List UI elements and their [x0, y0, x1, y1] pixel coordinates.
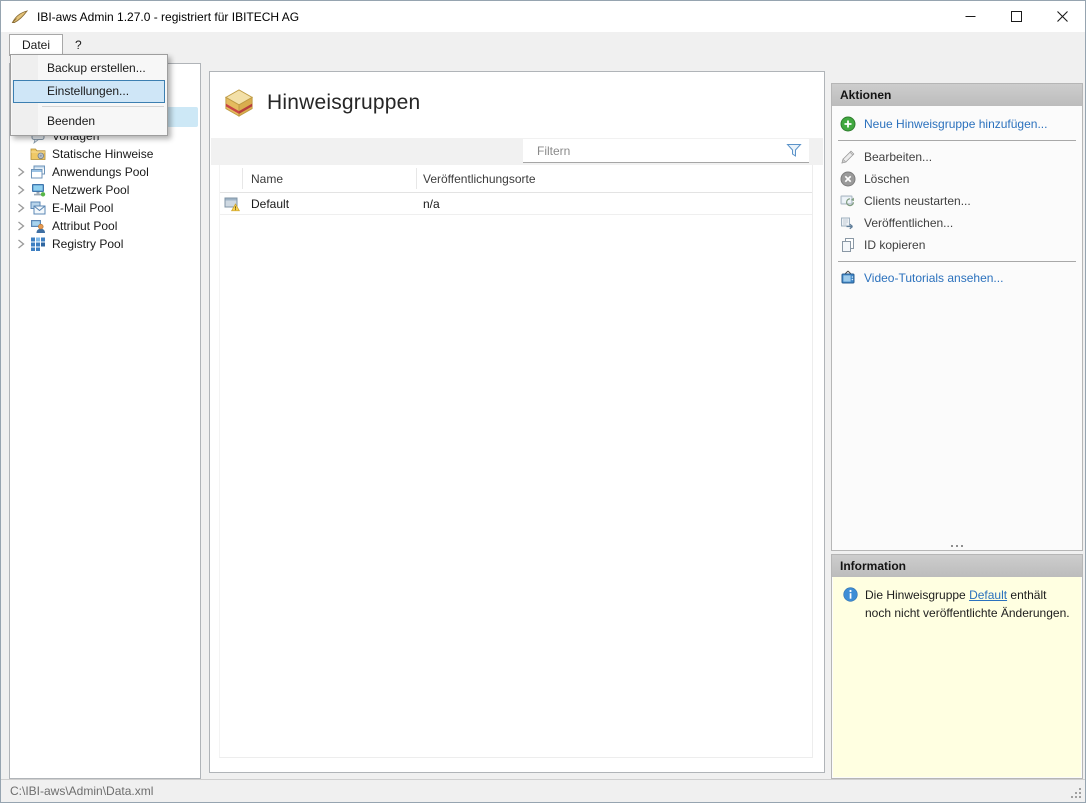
information-panel: Information Die Hinweisgruppe Default en…: [831, 554, 1083, 779]
default-group-link[interactable]: Default: [969, 588, 1007, 602]
window-controls: [947, 1, 1085, 32]
titlebar: IBI-aws Admin 1.27.0 - registriert für I…: [1, 1, 1085, 32]
filter-input[interactable]: [523, 144, 786, 158]
hinweisgruppen-cube-icon: [224, 88, 254, 118]
cell-veroeffentlichungsorte: n/a: [423, 197, 440, 211]
minimize-button[interactable]: [947, 1, 993, 32]
main-header: Hinweisgruppen: [210, 72, 824, 118]
delete-icon: [840, 171, 856, 187]
actions-panel-header: Aktionen: [832, 84, 1082, 106]
action-video-tutorials[interactable]: Video-Tutorials ansehen...: [832, 267, 1082, 289]
sidebar-item-email-pool[interactable]: E-Mail Pool: [12, 199, 198, 217]
resize-grip-icon[interactable]: [1070, 787, 1082, 799]
chevron-right-icon[interactable]: [13, 183, 28, 197]
close-button[interactable]: [1039, 1, 1085, 32]
application-pool-icon: [30, 164, 46, 180]
sidebar-item-label: E-Mail Pool: [52, 201, 113, 215]
app-icon: [10, 9, 30, 25]
action-bearbeiten[interactable]: Bearbeiten...: [832, 146, 1082, 168]
chevron-right-icon[interactable]: [13, 237, 28, 251]
hinweisgruppen-table: Name Veröffentlichungsorte Default n/a: [219, 165, 813, 758]
copy-id-icon: [840, 237, 856, 253]
sidebar-item-label: Anwendungs Pool: [52, 165, 149, 179]
menu-help[interactable]: ?: [65, 35, 92, 55]
table-row-default[interactable]: Default n/a: [220, 193, 812, 215]
menu-item-beenden[interactable]: Beenden: [11, 110, 167, 133]
sidebar-item-anwendungs-pool[interactable]: Anwendungs Pool: [12, 163, 198, 181]
sidebar-item-attribut-pool[interactable]: Attribut Pool: [12, 217, 198, 235]
panel-splitter-grip[interactable]: [951, 545, 963, 547]
restart-clients-icon: [840, 193, 856, 209]
table-header: Name Veröffentlichungsorte: [220, 165, 812, 193]
sidebar-item-label: Attribut Pool: [52, 219, 117, 233]
app-window: IBI-aws Admin 1.27.0 - registriert für I…: [0, 0, 1086, 803]
column-header-veroeffentlichungsorte[interactable]: Veröffentlichungsorte: [423, 172, 536, 186]
registry-pool-icon: [30, 236, 46, 252]
info-text: Die Hinweisgruppe Default enthält noch n…: [865, 586, 1071, 768]
column-header-name[interactable]: Name: [251, 172, 283, 186]
actions-panel: Aktionen Neue Hinweisgruppe hinzufügen..…: [831, 83, 1083, 551]
menu-separator: [42, 106, 164, 107]
attribute-pool-icon: [30, 218, 46, 234]
sidebar-item-statische-hinweise[interactable]: Statische Hinweise: [12, 145, 198, 163]
close-icon: [1057, 11, 1068, 22]
action-label: Video-Tutorials ansehen...: [864, 271, 1003, 285]
separator: [838, 261, 1076, 262]
chevron-right-icon[interactable]: [13, 219, 28, 233]
maximize-icon: [1011, 11, 1022, 22]
info-text-before: Die Hinweisgruppe: [865, 588, 969, 602]
add-icon: [840, 116, 856, 132]
action-label: Löschen: [864, 172, 909, 186]
window-title: IBI-aws Admin 1.27.0 - registriert für I…: [37, 10, 299, 24]
filter-input-wrap: [523, 139, 809, 163]
action-id-kopieren[interactable]: ID kopieren: [832, 234, 1082, 256]
chevron-right-icon[interactable]: [13, 165, 28, 179]
column-divider: [242, 168, 243, 189]
chevron-right-icon[interactable]: [13, 201, 28, 215]
action-label: Clients neustarten...: [864, 194, 971, 208]
action-label: Veröffentlichen...: [864, 216, 953, 230]
action-veroeffentlichen[interactable]: Veröffentlichen...: [832, 212, 1082, 234]
page-title: Hinweisgruppen: [267, 91, 420, 115]
video-tutorials-icon: [840, 270, 856, 286]
menu-item-einstellungen[interactable]: Einstellungen...: [13, 80, 165, 103]
sidebar-item-registry-pool[interactable]: Registry Pool: [12, 235, 198, 253]
file-menu-popup: Backup erstellen... Einstellungen... Bee…: [10, 54, 168, 136]
sidebar-item-label: Registry Pool: [52, 237, 123, 251]
main-panel: Hinweisgruppen Name Veröffentlichungsort…: [209, 71, 825, 773]
static-notices-folder-icon: [30, 146, 46, 162]
menu-datei[interactable]: Datei: [9, 34, 63, 56]
sidebar-tree: Hinweisgruppen Vorlagen Statische Hinwei…: [9, 63, 201, 779]
sidebar-item-label: Netzwerk Pool: [52, 183, 129, 197]
statusbar-path: C:\IBI-aws\Admin\Data.xml: [10, 784, 153, 798]
sidebar-item-label: Statische Hinweise: [52, 147, 153, 161]
filter-funnel-icon[interactable]: [786, 143, 802, 158]
spacer: [13, 147, 28, 161]
action-label: Neue Hinweisgruppe hinzufügen...: [864, 117, 1047, 131]
separator: [838, 140, 1076, 141]
info-icon: [843, 587, 858, 602]
menu-item-backup-erstellen[interactable]: Backup erstellen...: [11, 57, 167, 80]
filter-bar: [211, 138, 823, 165]
information-body: Die Hinweisgruppe Default enthält noch n…: [833, 577, 1081, 777]
action-neue-hinweisgruppe[interactable]: Neue Hinweisgruppe hinzufügen...: [832, 113, 1082, 135]
information-panel-header: Information: [832, 555, 1082, 577]
sidebar-item-netzwerk-pool[interactable]: Netzwerk Pool: [12, 181, 198, 199]
action-clients-neustarten[interactable]: Clients neustarten...: [832, 190, 1082, 212]
column-divider: [416, 168, 417, 189]
action-loeschen[interactable]: Löschen: [832, 168, 1082, 190]
unpublished-warning-icon: [224, 196, 240, 212]
publish-icon: [840, 215, 856, 231]
edit-pencil-icon: [840, 149, 856, 165]
action-label: ID kopieren: [864, 238, 925, 252]
network-pool-icon: [30, 182, 46, 198]
cell-name: Default: [251, 197, 289, 211]
minimize-icon: [965, 11, 976, 22]
actions-list: Neue Hinweisgruppe hinzufügen... Bearbei…: [832, 106, 1082, 289]
statusbar: C:\IBI-aws\Admin\Data.xml: [1, 779, 1085, 802]
email-pool-icon: [30, 200, 46, 216]
maximize-button[interactable]: [993, 1, 1039, 32]
action-label: Bearbeiten...: [864, 150, 932, 164]
